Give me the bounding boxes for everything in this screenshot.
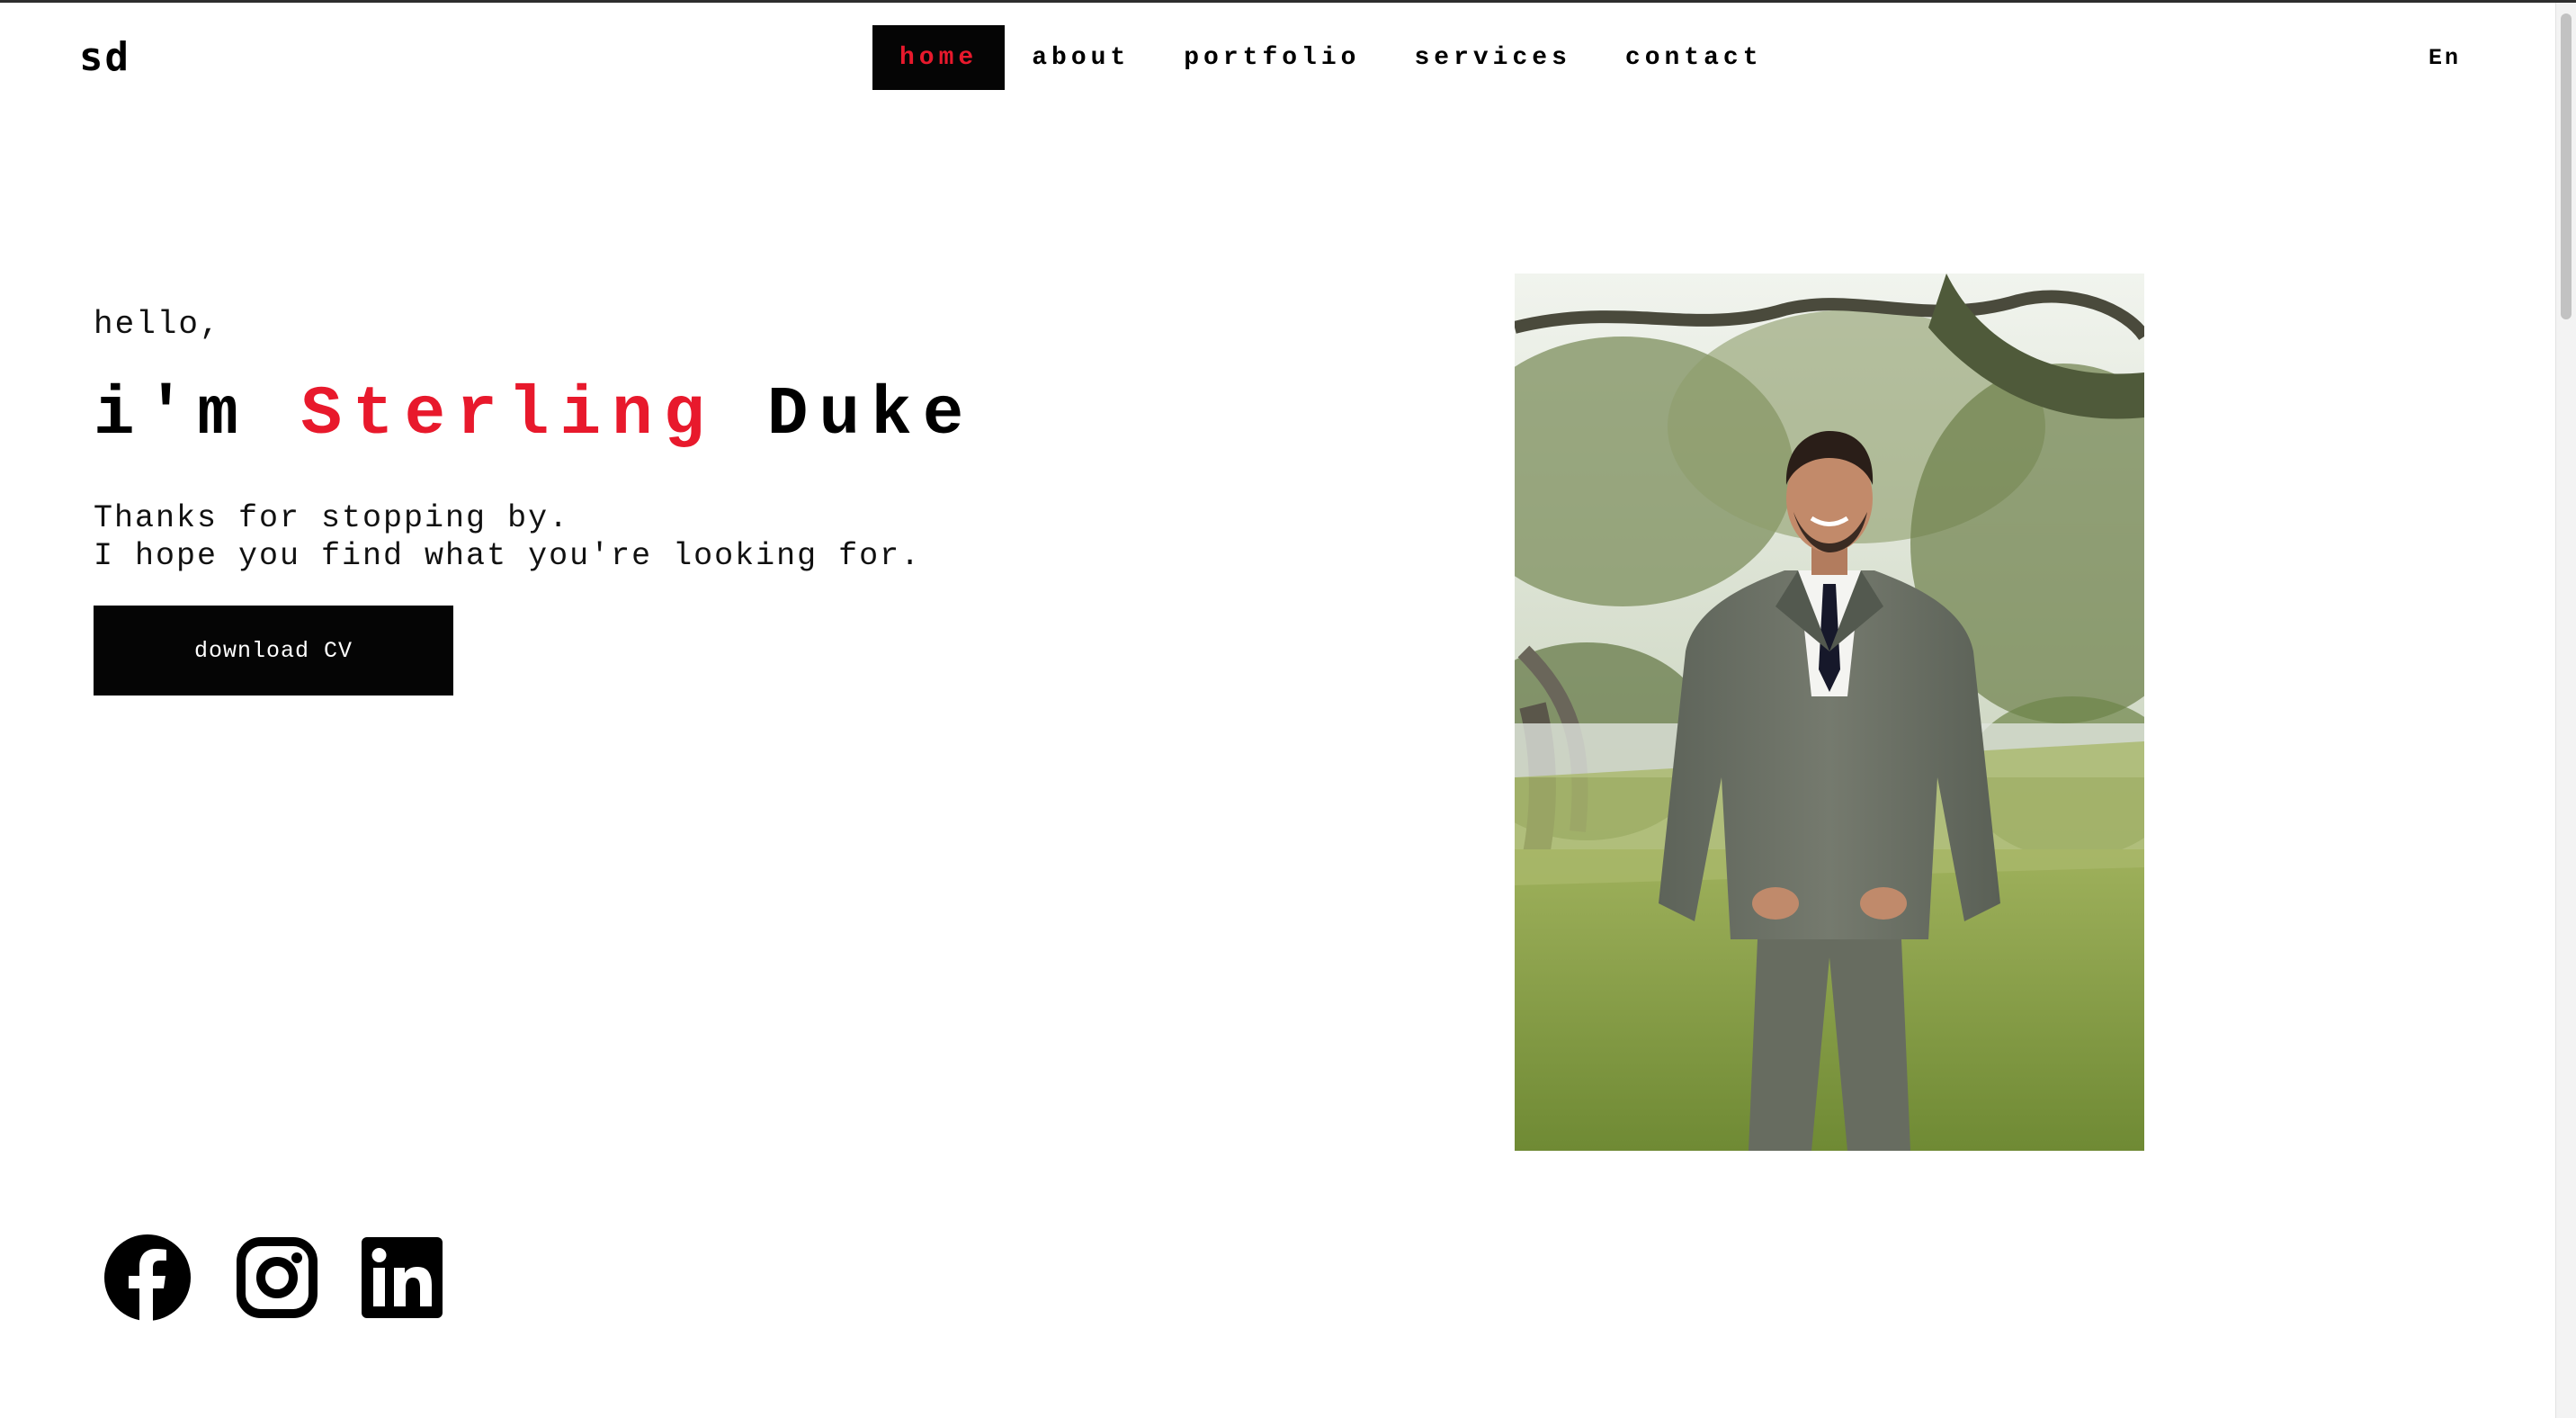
language-switcher[interactable]: En — [2428, 45, 2461, 71]
page-scrollbar[interactable] — [2555, 3, 2576, 1418]
nav-item-about[interactable]: about — [1005, 25, 1157, 90]
hero-first-name: Sterling — [300, 376, 716, 453]
hero-intro: i'm — [94, 376, 249, 453]
site-logo[interactable]: sd — [79, 34, 130, 80]
social-links — [103, 1233, 486, 1323]
facebook-icon[interactable] — [103, 1233, 192, 1323]
nav-item-portfolio[interactable]: portfolio — [1157, 25, 1387, 90]
window-top-border — [0, 0, 2576, 3]
instagram-icon[interactable] — [236, 1236, 318, 1319]
hero-tagline-line2: I hope you find what you're looking for. — [94, 538, 922, 574]
nav-item-home[interactable]: home — [872, 25, 1006, 90]
nav-item-services[interactable]: services — [1387, 25, 1597, 90]
linkedin-icon[interactable] — [362, 1237, 443, 1318]
download-cv-button[interactable]: download CV — [94, 606, 453, 696]
hero-section: hello, i'm Sterling Duke Thanks for stop… — [94, 306, 974, 696]
portrait-photo — [1515, 274, 2144, 1151]
main-nav: home about portfolio services contact — [872, 25, 1790, 90]
hero-last-name: Duke — [766, 376, 975, 453]
hero-headline: i'm Sterling Duke — [94, 381, 974, 449]
nav-item-contact[interactable]: contact — [1598, 25, 1790, 90]
hero-tagline: Thanks for stopping by. I hope you find … — [94, 499, 974, 575]
hero-tagline-line1: Thanks for stopping by. — [94, 500, 570, 536]
hero-greeting: hello, — [94, 306, 221, 343]
scrollbar-thumb[interactable] — [2561, 13, 2572, 319]
portrait-illustration — [1515, 274, 2144, 1151]
